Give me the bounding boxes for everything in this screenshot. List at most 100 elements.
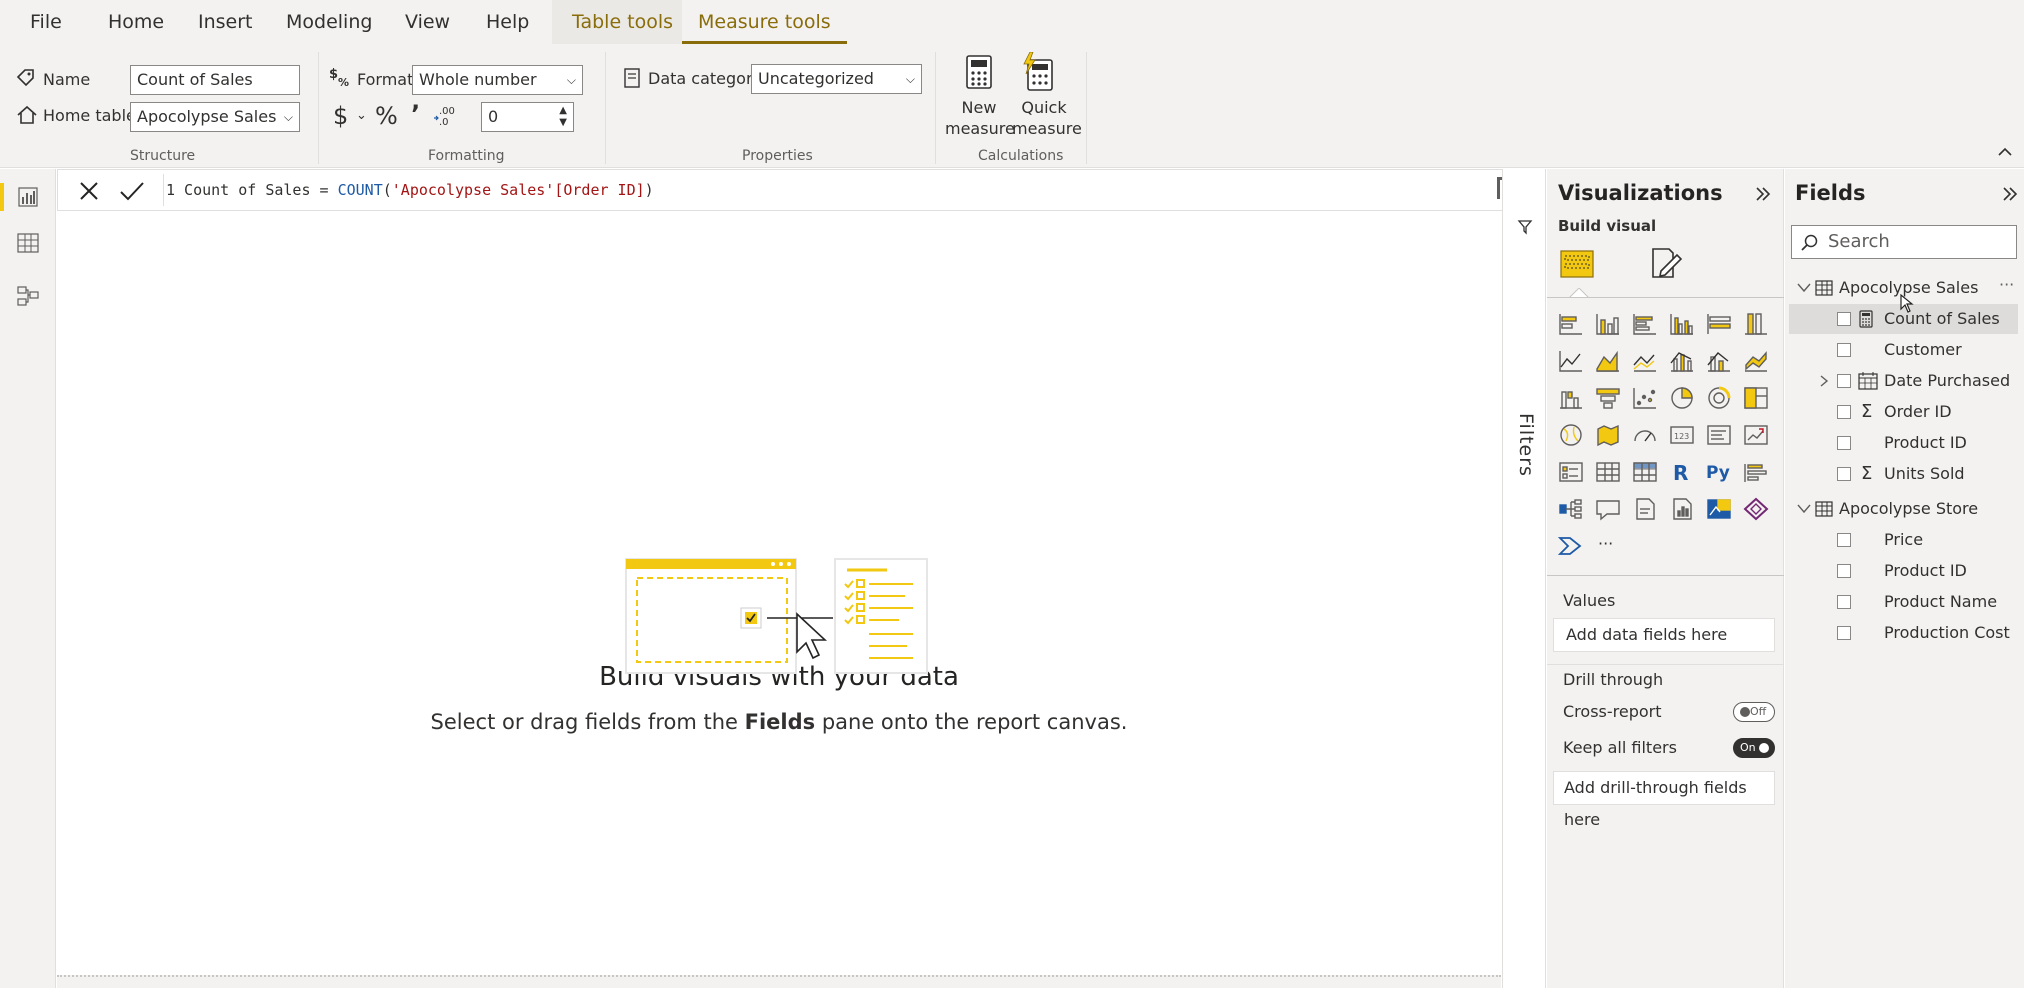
- menu-view[interactable]: View: [395, 0, 460, 44]
- chevron-down-icon[interactable]: [1797, 282, 1811, 294]
- decimal-places-icon[interactable]: .00 .0: [433, 104, 457, 126]
- format-select[interactable]: Whole number ⌵: [412, 65, 583, 95]
- field-checkbox[interactable]: [1837, 564, 1851, 578]
- model-view-icon[interactable]: [17, 285, 39, 307]
- formula-divider: [163, 174, 164, 206]
- keep-filters-state: On: [1740, 741, 1756, 754]
- more-visuals-icon[interactable]: ···: [1598, 534, 1613, 553]
- scatter-chart-icon: [1633, 388, 1656, 409]
- field-checkbox[interactable]: [1837, 595, 1851, 609]
- format-visual-icon[interactable]: [1647, 245, 1683, 281]
- field-checkbox[interactable]: [1837, 312, 1851, 326]
- field-date-purchased[interactable]: Date Purchased: [1785, 366, 2024, 396]
- field-product-id[interactable]: Product ID: [1785, 556, 2024, 586]
- data-category-value: Uncategorized: [758, 69, 874, 88]
- chevron-down-icon[interactable]: [1797, 503, 1811, 515]
- toggle-knob: [1759, 743, 1769, 753]
- collapse-pane-icon[interactable]: [1754, 185, 1772, 203]
- field-label: Production Cost: [1884, 623, 2010, 642]
- svg-text:.0: .0: [439, 117, 449, 126]
- field-checkbox[interactable]: [1837, 343, 1851, 357]
- menu-insert[interactable]: Insert: [188, 0, 263, 44]
- structure-group-label: Structure: [130, 148, 196, 164]
- table-icon: [1596, 462, 1620, 482]
- 100-stacked-bar-chart-icon: [1707, 314, 1731, 334]
- keep-filters-label: Keep all filters: [1563, 738, 1677, 757]
- filter-icon: [1517, 220, 1533, 235]
- tab-table-tools[interactable]: Table tools: [552, 0, 694, 44]
- decimal-places-input[interactable]: 0 ▲ ▼: [481, 102, 574, 132]
- visual-type-gallery[interactable]: 123 R Py ···: [1558, 312, 1782, 562]
- tab-measure-tools[interactable]: Measure tools: [682, 0, 847, 44]
- name-input[interactable]: Count of Sales: [130, 65, 300, 95]
- quick-measure-button[interactable]: Quick measure: [1012, 48, 1082, 144]
- menu-modeling[interactable]: Modeling: [276, 0, 382, 44]
- new-measure-button[interactable]: New measure: [945, 48, 1015, 144]
- chevron-down-icon[interactable]: ⌄: [356, 108, 367, 123]
- svg-text:$: $: [329, 67, 338, 82]
- line-chart-icon: [1559, 351, 1582, 372]
- collapse-pane-icon[interactable]: [2001, 185, 2019, 203]
- formula-line-number: 1: [166, 181, 176, 199]
- spinner-icon[interactable]: ▲ ▼: [559, 105, 567, 129]
- new-measure-label-2: measure: [945, 119, 1015, 138]
- cancel-formula-icon[interactable]: [78, 180, 100, 202]
- sigma-icon: Σ: [1861, 463, 1873, 484]
- filters-label: Filters: [1515, 413, 1537, 477]
- values-drop-zone[interactable]: Add data fields here: [1553, 618, 1775, 652]
- drill-through-drop-zone[interactable]: Add drill-through fields here: [1553, 771, 1775, 829]
- commit-formula-icon[interactable]: [119, 180, 145, 202]
- ribbon: Name Count of Sales Home table Apocolyps…: [0, 46, 2024, 168]
- report-view-icon[interactable]: [18, 187, 38, 207]
- field-product-id[interactable]: Product ID: [1785, 428, 2024, 458]
- quick-measure-label-2: measure: [1012, 119, 1082, 138]
- field-units-sold[interactable]: Σ Units Sold: [1785, 459, 2024, 489]
- fields-search-input[interactable]: Search: [1791, 225, 2017, 259]
- pie-chart-icon: [1671, 387, 1693, 409]
- home-table-select[interactable]: Apocolypse Sales ⌵: [130, 102, 300, 132]
- gauge-icon: [1634, 430, 1656, 442]
- field-order-id[interactable]: Σ Order ID: [1785, 397, 2024, 427]
- field-checkbox[interactable]: [1837, 436, 1851, 450]
- collapse-ribbon-icon[interactable]: [1997, 146, 2013, 158]
- paginated-report-icon: [1673, 498, 1692, 520]
- field-checkbox[interactable]: [1837, 374, 1851, 388]
- chevron-down-icon: ⌵: [566, 73, 576, 87]
- field-checkbox[interactable]: [1837, 405, 1851, 419]
- chevron-right-icon[interactable]: [1819, 375, 1829, 387]
- field-checkbox[interactable]: [1837, 533, 1851, 547]
- menu-home[interactable]: Home: [98, 0, 174, 44]
- treemap-icon: [1744, 387, 1768, 409]
- field-customer[interactable]: Customer: [1785, 335, 2024, 365]
- field-product-name[interactable]: Product Name: [1785, 587, 2024, 617]
- ribbon-chart-icon: [1745, 351, 1767, 372]
- percent-button[interactable]: %: [375, 102, 398, 130]
- build-visual-tab[interactable]: [1557, 243, 1597, 283]
- qa-visual-icon: [1596, 500, 1620, 521]
- view-switcher: [0, 169, 56, 988]
- currency-button[interactable]: $: [333, 102, 348, 130]
- report-canvas[interactable]: Build visuals with your data Select or d…: [57, 212, 1501, 988]
- field-production-cost[interactable]: Production Cost: [1785, 618, 2024, 648]
- field-label: Customer: [1884, 340, 1962, 359]
- menu-help[interactable]: Help: [476, 0, 539, 44]
- more-options-icon[interactable]: ···: [1999, 270, 2014, 300]
- menu-file[interactable]: File: [20, 0, 72, 44]
- field-checkbox[interactable]: [1837, 467, 1851, 481]
- home-table-label: Home table: [43, 106, 136, 125]
- field-checkbox[interactable]: [1837, 626, 1851, 640]
- keep-filters-toggle[interactable]: On: [1733, 738, 1775, 758]
- comma-style-icon[interactable]: ’: [411, 100, 420, 128]
- filters-pane-collapsed[interactable]: Filters: [1502, 169, 1546, 988]
- chevron-down-icon: ⌵: [283, 110, 293, 124]
- ribbon-divider: [935, 52, 936, 164]
- cross-report-state: Off: [1750, 705, 1767, 718]
- formula-editor[interactable]: 1 Count of Sales = COUNT('Apocolypse Sal…: [166, 170, 654, 210]
- filled-map-icon: [1597, 424, 1619, 447]
- table-apocolypse-store[interactable]: Apocolypse Store: [1785, 494, 2024, 524]
- field-price[interactable]: Price: [1785, 525, 2024, 555]
- data-category-select[interactable]: Uncategorized ⌵: [751, 64, 922, 94]
- chevron-down-icon: ⌵: [905, 72, 915, 86]
- cross-report-toggle[interactable]: Off: [1733, 702, 1775, 722]
- data-view-icon[interactable]: [17, 233, 39, 253]
